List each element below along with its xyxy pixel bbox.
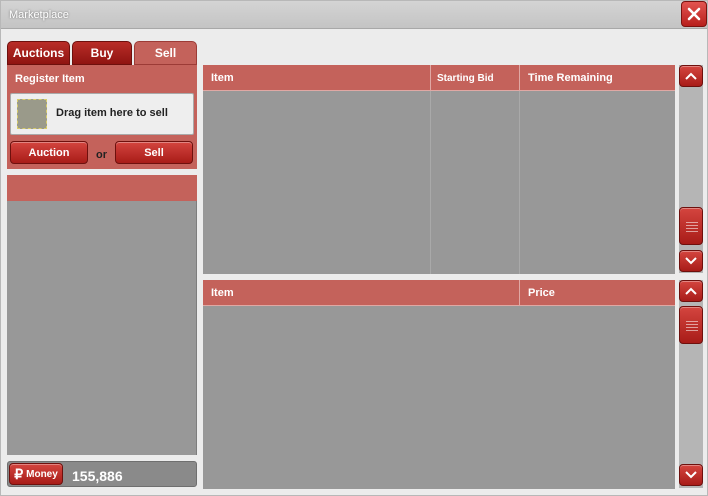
tab-sell[interactable]: Sell — [134, 41, 197, 65]
column-header-price[interactable]: Price — [528, 287, 555, 299]
registered-items-list[interactable] — [7, 201, 197, 455]
sell-table-header: Item Price — [203, 280, 675, 306]
marketplace-window: Marketplace Auctions Buy Sell Register I… — [0, 0, 708, 496]
money-value: 155,886 — [72, 468, 123, 484]
close-icon — [687, 7, 701, 21]
tab-buy[interactable]: Buy — [72, 41, 132, 65]
chevron-down-icon — [685, 471, 697, 479]
auction-scroll-thumb[interactable] — [679, 207, 703, 245]
auction-table-header: Item Starting Bid Time Remaining — [203, 65, 675, 91]
chevron-up-icon — [685, 72, 697, 80]
column-header-item[interactable]: Item — [211, 287, 234, 299]
column-divider — [519, 65, 520, 91]
drop-zone-text: Drag item here to sell — [56, 107, 168, 119]
column-header-time-remaining[interactable]: Time Remaining — [528, 72, 613, 84]
money-label-badge: ₽ Money — [9, 463, 63, 485]
register-item-title: Register Item — [15, 73, 85, 85]
close-button[interactable] — [681, 1, 707, 27]
registered-items-header — [7, 175, 197, 201]
auction-table-body[interactable] — [203, 91, 675, 274]
money-bar: ₽ Money 155,886 — [7, 461, 197, 487]
or-label: or — [96, 149, 107, 161]
auction-scroll-up-button[interactable] — [679, 65, 703, 87]
column-divider — [430, 65, 431, 91]
column-divider — [430, 91, 431, 274]
tab-auctions[interactable]: Auctions — [7, 41, 70, 65]
money-label: Money — [26, 468, 58, 480]
sell-scroll-up-button[interactable] — [679, 280, 703, 302]
sell-scroll-down-button[interactable] — [679, 464, 703, 486]
sell-button[interactable]: Sell — [115, 141, 193, 164]
window-title: Marketplace — [9, 9, 69, 21]
chevron-up-icon — [685, 287, 697, 295]
column-header-item[interactable]: Item — [211, 72, 234, 84]
sell-table-body[interactable] — [203, 306, 675, 489]
chevron-down-icon — [685, 257, 697, 265]
register-item-panel: Register Item Drag item here to sell Auc… — [7, 65, 197, 169]
auction-button[interactable]: Auction — [10, 141, 88, 164]
ruble-icon: ₽ — [14, 465, 24, 482]
item-drop-zone[interactable]: Drag item here to sell — [10, 93, 194, 135]
sell-scroll-thumb[interactable] — [679, 306, 703, 344]
auction-scroll-down-button[interactable] — [679, 250, 703, 272]
column-divider — [519, 91, 520, 274]
title-bar[interactable]: Marketplace — [1, 1, 707, 29]
column-divider — [519, 280, 520, 306]
column-header-starting-bid[interactable]: Starting Bid — [437, 73, 494, 84]
item-slot-icon[interactable] — [17, 99, 47, 129]
